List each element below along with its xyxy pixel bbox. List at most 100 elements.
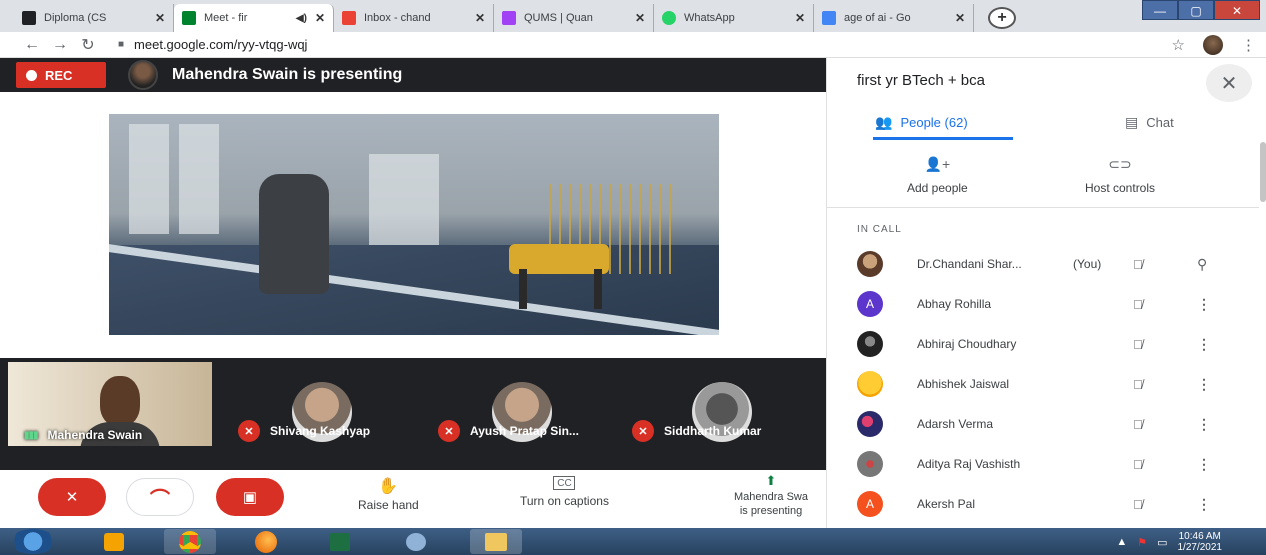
window-close-icon[interactable]: ✕ bbox=[1214, 0, 1260, 20]
snipping-tool-icon[interactable] bbox=[390, 529, 442, 554]
mic-off-icon: 🎙̸ bbox=[1133, 416, 1143, 432]
tab-close-icon[interactable]: ✕ bbox=[635, 11, 645, 25]
more-options-icon[interactable]: ⋮ bbox=[1197, 376, 1211, 393]
tab-close-icon[interactable]: ✕ bbox=[475, 11, 485, 25]
browser-tab-bar: Diploma (CS ✕ Meet - fir ◀) ✕ Inbox - chand… bbox=[0, 0, 1266, 32]
panel-scrollbar[interactable] bbox=[1260, 142, 1266, 202]
firefox-icon[interactable] bbox=[240, 529, 292, 554]
mic-off-icon: ✕ bbox=[438, 420, 460, 442]
participant-row[interactable]: A Akersh Pal 🎙̸ ⋮ bbox=[827, 484, 1259, 524]
window-controls: — ▢ ✕ bbox=[1142, 0, 1260, 20]
participant-tile[interactable]: ✕ Shivang Kashyap bbox=[220, 362, 420, 446]
mic-off-icon: 🎙̸ bbox=[1133, 496, 1143, 512]
presenter-tile[interactable]: ▮▮▮ Mahendra Swain bbox=[8, 362, 212, 446]
file-explorer-icon[interactable] bbox=[470, 529, 522, 554]
mic-off-icon: ✕ bbox=[65, 489, 79, 506]
tab-audio-icon[interactable]: ◀) bbox=[296, 13, 307, 24]
panel-close-button[interactable]: ✕ bbox=[1206, 64, 1252, 102]
robot-dog-leg bbox=[594, 269, 602, 309]
more-options-icon[interactable]: ⋮ bbox=[1197, 416, 1211, 433]
back-arrow-icon[interactable]: ← bbox=[18, 36, 46, 54]
audio-level-icon: ▮▮▮ bbox=[24, 429, 38, 441]
url-field[interactable]: ■ meet.google.com/ryy-vtqg-wqj bbox=[118, 37, 307, 52]
media-player-icon[interactable] bbox=[88, 529, 140, 554]
present-screen-icon: ⬆ bbox=[765, 473, 777, 488]
raise-hand-button[interactable]: ✋ Raise hand bbox=[358, 476, 419, 512]
captions-button[interactable]: CC Turn on captions bbox=[520, 476, 609, 508]
whatsapp-favicon-icon bbox=[662, 11, 676, 25]
reload-icon[interactable]: ↻ bbox=[74, 35, 102, 55]
presenter-avatar bbox=[128, 60, 158, 90]
participant-avatar bbox=[857, 371, 883, 397]
active-tab-indicator bbox=[873, 137, 1013, 140]
network-icon[interactable]: ▭ bbox=[1157, 536, 1167, 549]
pin-icon[interactable]: ⚲ bbox=[1197, 256, 1207, 273]
mic-off-icon: 🎙̸ bbox=[1133, 456, 1143, 472]
browser-tab[interactable]: QUMS | Quan ✕ bbox=[494, 4, 654, 32]
tab-close-icon[interactable]: ✕ bbox=[795, 11, 805, 25]
tab-chat[interactable]: ▤ Chat bbox=[1125, 114, 1174, 131]
participant-row[interactable]: Aditya Raj Vashisth 🎙̸ ⋮ bbox=[827, 444, 1259, 484]
presenting-text: Mahendra Swain is presenting bbox=[172, 66, 403, 83]
browser-tab-active[interactable]: Meet - fir ◀) ✕ bbox=[174, 4, 334, 32]
start-button[interactable] bbox=[10, 529, 56, 554]
toggle-icon: ⊂⊃ bbox=[1108, 156, 1132, 172]
recording-badge: REC bbox=[16, 62, 106, 88]
phone-hangup-icon: ⌒ bbox=[150, 488, 170, 511]
browser-tab[interactable]: Inbox - chand ✕ bbox=[334, 4, 494, 32]
chat-icon: ▤ bbox=[1125, 114, 1139, 130]
menu-dots-icon[interactable]: ⋮ bbox=[1241, 36, 1256, 54]
mic-off-icon: 🎙̸ bbox=[1133, 256, 1143, 272]
maximize-icon[interactable]: ▢ bbox=[1178, 0, 1214, 20]
tab-close-icon[interactable]: ✕ bbox=[315, 11, 325, 25]
participant-row[interactable]: Abhiraj Choudhary 🎙̸ ⋮ bbox=[827, 324, 1259, 364]
participant-avatar bbox=[857, 451, 883, 477]
tab-close-icon[interactable]: ✕ bbox=[955, 11, 965, 25]
more-options-icon[interactable]: ⋮ bbox=[1197, 296, 1211, 313]
participant-row[interactable]: Dr.Chandani Shar... (You) 🎙̸ ⚲ bbox=[827, 244, 1259, 284]
leave-call-button[interactable]: ⌒ bbox=[126, 478, 194, 516]
participant-row[interactable]: A Abhay Rohilla 🎙̸ ⋮ bbox=[827, 284, 1259, 324]
participant-avatar bbox=[857, 331, 883, 357]
browser-tab[interactable]: age of ai - Go ✕ bbox=[814, 4, 974, 32]
robot-dog-leg bbox=[519, 269, 527, 309]
presented-video bbox=[109, 114, 719, 335]
minimize-icon[interactable]: — bbox=[1142, 0, 1178, 20]
forward-arrow-icon[interactable]: → bbox=[46, 36, 74, 54]
tab-people[interactable]: 👥 People (62) bbox=[875, 114, 968, 131]
clock[interactable]: 10:46 AM 1/27/2021 bbox=[1178, 531, 1223, 553]
video-scene-window bbox=[129, 124, 169, 234]
browser-tab[interactable]: WhatsApp ✕ bbox=[654, 4, 814, 32]
mic-off-icon: ✕ bbox=[238, 420, 260, 442]
gmail-favicon-icon bbox=[342, 11, 356, 25]
more-options-icon[interactable]: ⋮ bbox=[1197, 496, 1211, 513]
participant-tile[interactable]: ✕ Ayush Pratap Sin... bbox=[420, 362, 620, 446]
camera-off-icon: ▣ bbox=[242, 489, 258, 506]
chrome-icon[interactable] bbox=[164, 529, 216, 554]
hand-icon: ✋ bbox=[378, 478, 399, 495]
tray-arrow-icon[interactable]: ▲ bbox=[1116, 536, 1127, 548]
participant-list: Dr.Chandani Shar... (You) 🎙̸ ⚲ A Abhay R… bbox=[827, 244, 1259, 524]
more-options-icon[interactable]: ⋮ bbox=[1197, 456, 1211, 473]
tab-close-icon[interactable]: ✕ bbox=[155, 11, 165, 25]
camera-toggle-button[interactable]: ▣ bbox=[216, 478, 284, 516]
participant-row[interactable]: Abhishek Jaiswal 🎙̸ ⋮ bbox=[827, 364, 1259, 404]
new-tab-button[interactable]: + bbox=[988, 7, 1016, 29]
host-controls-button[interactable]: ⊂⊃ Host controls bbox=[1085, 156, 1155, 195]
more-options-icon[interactable]: ⋮ bbox=[1197, 336, 1211, 353]
mic-toggle-button[interactable]: ✕ bbox=[38, 478, 106, 516]
meeting-controls: ✕ ⌒ ▣ ✋ Raise hand CC Turn on captions ⬆… bbox=[0, 470, 826, 528]
browser-tab[interactable]: Diploma (CS ✕ bbox=[14, 4, 174, 32]
bookmark-star-icon[interactable]: ☆ bbox=[1172, 36, 1185, 54]
presenter-face bbox=[100, 376, 140, 426]
excel-icon[interactable] bbox=[314, 529, 366, 554]
participant-thumbnails: ▮▮▮ Mahendra Swain ✕ Shivang Kashyap ✕ Ayus… bbox=[0, 362, 826, 462]
people-icon: 👥 bbox=[875, 114, 893, 130]
add-people-button[interactable]: 👤+ Add people bbox=[907, 156, 968, 195]
participant-tile[interactable]: ✕ Siddharth Kumar bbox=[620, 362, 820, 446]
presenting-status-button[interactable]: ⬆ Mahendra Swa is presenting bbox=[716, 474, 826, 518]
flag-icon[interactable]: ⚑ bbox=[1137, 536, 1147, 549]
profile-avatar[interactable] bbox=[1203, 34, 1223, 55]
participant-avatar: A bbox=[857, 491, 883, 517]
participant-row[interactable]: Adarsh Verma 🎙̸ ⋮ bbox=[827, 404, 1259, 444]
